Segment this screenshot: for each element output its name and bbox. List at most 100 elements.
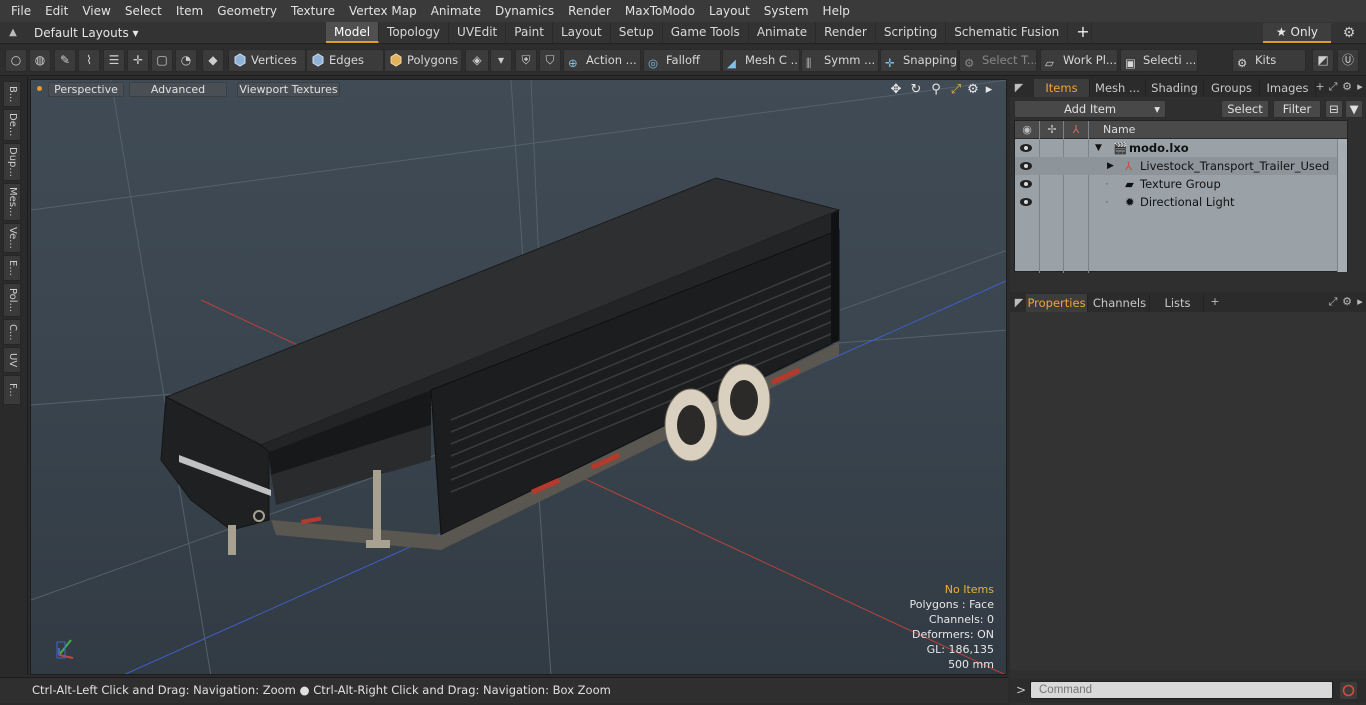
material-mode-icon[interactable]: ◈	[465, 49, 489, 72]
perspective-button[interactable]: Perspective	[48, 82, 124, 97]
square-select-icon[interactable]: ▢	[151, 49, 173, 72]
eye-icon[interactable]	[1019, 160, 1033, 172]
maximize-icon[interactable]: ⤢	[948, 82, 964, 98]
type-column-icon[interactable]: ⅄	[1069, 123, 1083, 137]
shield-icon[interactable]: ⛉	[539, 49, 561, 72]
work-plane-button[interactable]: ▱ Work Pl...	[1040, 49, 1118, 72]
viewport-settings-icon[interactable]: ⚙	[965, 82, 981, 98]
chevron-down-icon[interactable]: ▾	[490, 49, 512, 72]
panel-menu-icon[interactable]: ◤	[1012, 296, 1026, 310]
record-macro-button[interactable]	[1340, 682, 1357, 699]
viewport-textures-button[interactable]: Viewport Textures	[237, 82, 340, 97]
menu-maxtomodo[interactable]: MaxToModo	[618, 0, 702, 22]
circle-select-icon[interactable]: ○	[5, 49, 27, 72]
falloff-button[interactable]: ◎ Falloff	[643, 49, 721, 72]
tab-layout[interactable]: Layout	[553, 22, 611, 43]
orbit-icon[interactable]: ↻	[908, 82, 924, 98]
tab-items[interactable]: Items	[1034, 79, 1090, 97]
tab-setup[interactable]: Setup	[611, 22, 663, 43]
edges-button[interactable]: Edges	[306, 49, 384, 72]
menu-texture[interactable]: Texture	[284, 0, 342, 22]
advanced-shading-button[interactable]: Advanced	[129, 82, 227, 97]
menu-item[interactable]: Item	[169, 0, 210, 22]
tab-mesh-ops[interactable]: Mesh ...	[1090, 79, 1146, 97]
add-item-button[interactable]: Add Item ▾	[1014, 100, 1166, 118]
tab-scripting[interactable]: Scripting	[876, 22, 947, 43]
select-button[interactable]: Select	[1221, 100, 1269, 118]
kits-button[interactable]: ⚙ Kits	[1232, 49, 1306, 72]
selection-sets-button[interactable]: ▣ Selecti ...	[1120, 49, 1198, 72]
menu-help[interactable]: Help	[816, 0, 857, 22]
menu-layout[interactable]: Layout	[702, 0, 757, 22]
eye-icon[interactable]	[1019, 142, 1033, 154]
lock-column-icon[interactable]: ✢	[1045, 123, 1059, 137]
expand-icon[interactable]: ⤢	[1326, 80, 1340, 94]
menu-view[interactable]: View	[75, 0, 117, 22]
unreal-icon[interactable]: Ⓤ	[1337, 49, 1359, 72]
menu-vertex-map[interactable]: Vertex Map	[342, 0, 424, 22]
add-panel-tab-icon[interactable]: +	[1313, 80, 1327, 94]
menu-dynamics[interactable]: Dynamics	[488, 0, 561, 22]
item-mode-icon[interactable]: ◆	[202, 49, 224, 72]
symmetry-button[interactable]: ⫼ Symm ...	[801, 49, 879, 72]
menu-system[interactable]: System	[757, 0, 816, 22]
left-tab-curve[interactable]: C...	[3, 319, 21, 345]
crosshair-icon[interactable]: ✛	[127, 49, 149, 72]
unity-icon[interactable]: ◩	[1312, 49, 1334, 72]
left-tab-duplicate[interactable]: Dup...	[3, 143, 21, 181]
tab-images[interactable]: Images	[1260, 79, 1316, 97]
list-item[interactable]: · ▰ Texture Group	[1015, 175, 1347, 193]
visibility-column-icon[interactable]: ◉	[1020, 123, 1034, 137]
left-tab-basic[interactable]: B...	[3, 81, 21, 107]
polygons-button[interactable]: Polygons	[384, 49, 462, 72]
name-column-header[interactable]: Name	[1103, 123, 1135, 136]
list-item[interactable]: ▼ 🎬 modo.lxo	[1015, 139, 1347, 157]
left-tab-deform[interactable]: De...	[3, 109, 21, 141]
tab-properties[interactable]: Properties	[1026, 294, 1088, 312]
tab-animate[interactable]: Animate	[749, 22, 817, 43]
menu-geometry[interactable]: Geometry	[210, 0, 284, 22]
vertices-button[interactable]: Vertices	[228, 49, 306, 72]
left-tab-vertex[interactable]: Ve...	[3, 223, 21, 253]
menu-file[interactable]: File	[4, 0, 38, 22]
add-tab-icon[interactable]: +	[1068, 22, 1093, 43]
panel-arrow-icon[interactable]: ▸	[1353, 295, 1366, 309]
eye-icon[interactable]	[1019, 178, 1033, 190]
gear-icon[interactable]: ⚙	[1340, 24, 1358, 42]
symmetry-shield-icon[interactable]: ⛨	[515, 49, 537, 72]
align-icon[interactable]: ☰	[103, 49, 125, 72]
list-item[interactable]: ▶ ⅄ Livestock_Transport_Trailer_Used	[1015, 157, 1347, 175]
left-tab-edge[interactable]: E...	[3, 255, 21, 281]
item-list-scrollbar[interactable]	[1337, 139, 1347, 272]
tab-groups[interactable]: Groups	[1204, 79, 1260, 97]
menu-animate[interactable]: Animate	[424, 0, 488, 22]
left-tab-fusion[interactable]: F...	[3, 375, 21, 405]
rotate-icon[interactable]: ◔	[175, 49, 197, 72]
layout-selector[interactable]: Default Layouts ▾	[34, 22, 139, 44]
panel-gear-icon[interactable]: ⚙	[1340, 80, 1354, 94]
lasso-icon[interactable]: ⌇	[78, 49, 100, 72]
zoom-icon[interactable]: ⚲	[928, 82, 944, 98]
pan-icon[interactable]: ✥	[888, 82, 904, 98]
tab-game-tools[interactable]: Game Tools	[663, 22, 749, 43]
viewport-menu-icon[interactable]: ▸	[981, 82, 997, 98]
filter-button[interactable]: Filter	[1273, 100, 1321, 118]
globe-icon[interactable]: ◍	[29, 49, 51, 72]
expand-icon[interactable]: ⤢	[1326, 295, 1340, 309]
expand-arrow-icon[interactable]: ▼	[1095, 139, 1102, 157]
action-center-button[interactable]: ⊕ Action ...	[563, 49, 641, 72]
select-through-button[interactable]: ⚙ Select T...	[959, 49, 1037, 72]
expand-arrow-icon[interactable]: ▶	[1107, 157, 1114, 175]
tab-model[interactable]: Model	[326, 22, 380, 43]
tab-channels[interactable]: Channels	[1090, 294, 1150, 312]
only-toggle-button[interactable]: ★ Only	[1263, 23, 1331, 43]
tab-shading[interactable]: Shading	[1146, 79, 1204, 97]
left-tab-polygon[interactable]: Pol...	[3, 283, 21, 317]
menu-select[interactable]: Select	[118, 0, 169, 22]
tab-render[interactable]: Render	[816, 22, 876, 43]
menu-render[interactable]: Render	[561, 0, 618, 22]
panel-gear-icon[interactable]: ⚙	[1340, 295, 1354, 309]
eye-icon[interactable]	[1019, 196, 1033, 208]
list-item[interactable]: · ✹ Directional Light	[1015, 193, 1347, 211]
pen-icon[interactable]: ✎	[54, 49, 76, 72]
